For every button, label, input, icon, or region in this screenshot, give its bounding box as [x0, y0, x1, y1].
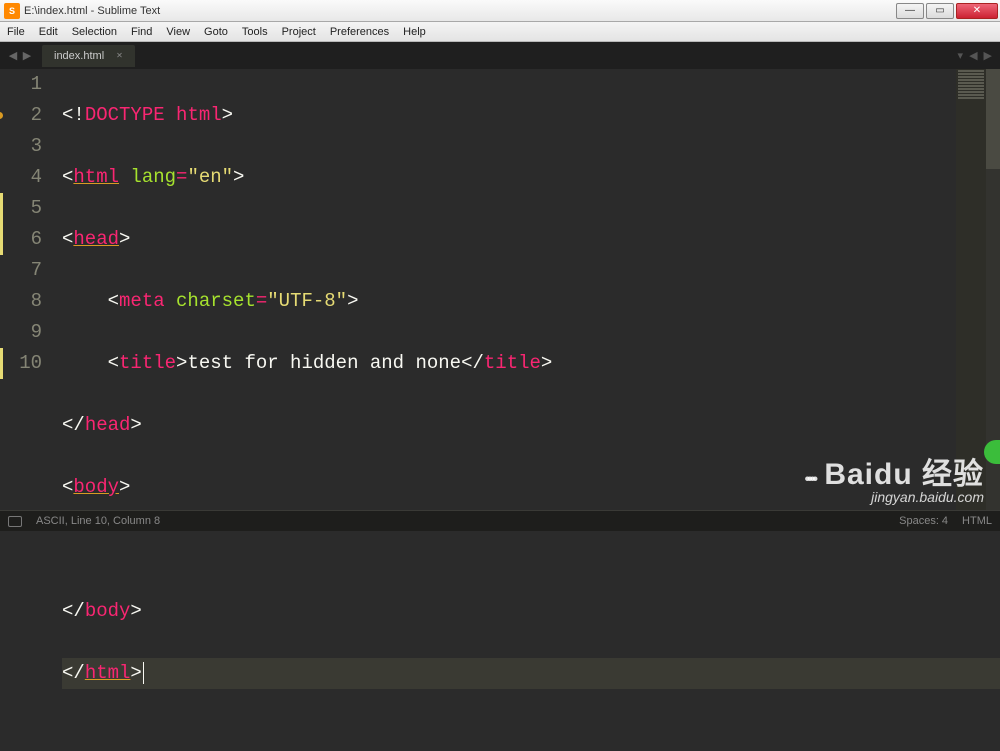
title-bar: S E:\index.html - Sublime Text — ▭ ✕ [0, 0, 1000, 22]
menu-view[interactable]: View [159, 22, 197, 42]
menu-find[interactable]: Find [124, 22, 159, 42]
status-syntax[interactable]: HTML [962, 515, 992, 527]
line-number: 1 [0, 69, 42, 100]
status-bar: ASCII, Line 10, Column 8 Spaces: 4 HTML [0, 510, 1000, 531]
line-number: 6 [0, 224, 42, 255]
close-button[interactable]: ✕ [956, 3, 998, 19]
line-number: 8 [0, 286, 42, 317]
code-line [62, 534, 1000, 565]
code-line: <html lang="en"> [62, 162, 1000, 193]
code-line: <head> [62, 224, 1000, 255]
menu-edit[interactable]: Edit [32, 22, 65, 42]
menu-preferences[interactable]: Preferences [323, 22, 396, 42]
line-number: 5 [0, 193, 42, 224]
line-number: 3 [0, 131, 42, 162]
menu-selection[interactable]: Selection [65, 22, 124, 42]
maximize-button[interactable]: ▭ [926, 3, 954, 19]
tab-close-icon[interactable]: ✕ [116, 51, 123, 60]
line-number: 4 [0, 162, 42, 193]
window-title: E:\index.html - Sublime Text [24, 5, 896, 17]
minimap[interactable] [956, 69, 986, 531]
line-number: 9 [0, 317, 42, 348]
line-number: 2 [0, 100, 42, 131]
status-spaces[interactable]: Spaces: 4 [899, 515, 948, 527]
tab-overflow: ▾ ◀ ▶ [958, 49, 992, 62]
code-line: </body> [62, 596, 1000, 627]
text-cursor [143, 662, 144, 684]
tab-nav-right-icon[interactable]: ▶ [20, 49, 34, 62]
code-line: <!DOCTYPE html> [62, 100, 1000, 131]
line-number: 7 [0, 255, 42, 286]
menu-bar: File Edit Selection Find View Goto Tools… [0, 22, 1000, 42]
tab-nav-left-icon[interactable]: ◀ [6, 49, 20, 62]
tab-label: index.html [54, 50, 104, 62]
menu-project[interactable]: Project [275, 22, 323, 42]
line-highlight-edge [0, 193, 3, 255]
line-number: 10 [0, 348, 42, 379]
code-area[interactable]: <!DOCTYPE html> <html lang="en"> <head> … [50, 69, 1000, 531]
panel-icon[interactable] [8, 516, 22, 527]
tab-bar: ◀ ▶ index.html ✕ ▾ ◀ ▶ [0, 42, 1000, 69]
code-content[interactable]: <!DOCTYPE html> <html lang="en"> <head> … [50, 69, 1000, 751]
scrollbar-thumb[interactable] [986, 69, 1000, 169]
menu-goto[interactable]: Goto [197, 22, 235, 42]
tab-nav-left2-icon[interactable]: ◀ [969, 49, 977, 62]
menu-help[interactable]: Help [396, 22, 433, 42]
line-highlight-edge [0, 348, 3, 379]
menu-file[interactable]: File [0, 22, 32, 42]
editor-area[interactable]: 1 2 3 4 5 6 7 8 9 10 <!DOCTYPE html> <ht… [0, 69, 1000, 531]
menu-tools[interactable]: Tools [235, 22, 275, 42]
minimize-button[interactable]: — [896, 3, 924, 19]
tab-overflow-down-icon[interactable]: ▾ [958, 49, 964, 62]
gutter: 1 2 3 4 5 6 7 8 9 10 [0, 69, 50, 531]
code-line: <body> [62, 472, 1000, 503]
tab-nav-right2-icon[interactable]: ▶ [984, 49, 992, 62]
status-position[interactable]: ASCII, Line 10, Column 8 [36, 515, 160, 527]
code-line: <meta charset="UTF-8"> [62, 286, 1000, 317]
tab-index-html[interactable]: index.html ✕ [42, 45, 135, 67]
app-icon: S [4, 3, 20, 19]
code-line: </html> [62, 658, 1000, 689]
code-line: </head> [62, 410, 1000, 441]
code-line: <title>test for hidden and none</title> [62, 348, 1000, 379]
